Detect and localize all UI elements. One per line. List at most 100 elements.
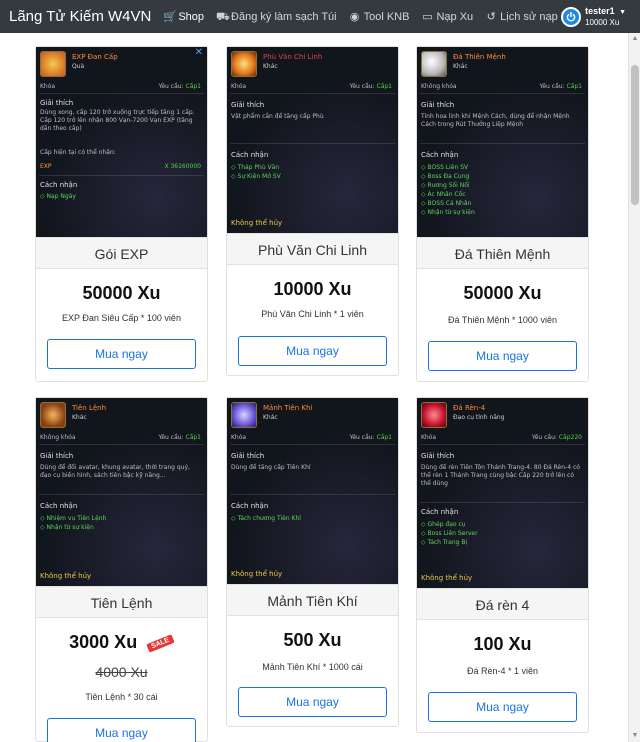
product-price: 50000 Xu <box>82 283 161 303</box>
product-card: Đá Thiên Mệnh Khác Không khóa Yêu cầu: C… <box>416 46 589 382</box>
product-desc: Phù Văn Chi Linh * 1 viên <box>261 309 364 319</box>
buy-button[interactable]: Mua ngay <box>428 341 577 371</box>
tooltip-source-title: Cách nhận <box>40 181 78 189</box>
tooltip-desc: Dùng để tăng cấp Tiên Khí <box>231 464 311 471</box>
tooltip-lock-status: Khóa <box>421 434 437 441</box>
tooltip-source-list: Ghép đạo cụ Boss Liên Server Tách Trang … <box>421 520 584 547</box>
buy-button[interactable]: Mua ngay <box>47 718 196 742</box>
nav-bag-clean-label: Đăng ký làm sạch Túi <box>231 10 337 23</box>
product-desc: EXP Đan Siêu Cấp * 100 viên <box>62 313 181 323</box>
product-name: Đá rèn 4 <box>417 588 588 620</box>
product-price-row: 3000 Xu SALE <box>36 632 207 653</box>
tooltip-source-title: Cách nhận <box>231 151 269 159</box>
product-card: Phù Văn Chi Linh Khác Khóa Yêu cầu: Cấp1… <box>226 46 399 376</box>
page-scrollbar[interactable]: ▲ ▼ <box>628 33 640 742</box>
tooltip-requirement: Yêu cầu: Cấp1 <box>158 434 202 441</box>
product-name: Gói EXP <box>36 237 207 269</box>
tooltip-source-title: Cách nhận <box>421 151 459 159</box>
tooltip-footer: Không thể hủy <box>40 572 92 580</box>
car-icon: ⛟ <box>216 10 230 23</box>
tooltip-requirement: Yêu cầu: Cấp1 <box>539 83 583 90</box>
caret-down-icon: ▼ <box>619 9 626 16</box>
tooltip-item-type: Khác <box>263 63 278 70</box>
close-icon[interactable]: ✕ <box>195 48 203 58</box>
scroll-down-icon[interactable]: ▼ <box>629 730 640 742</box>
exp-pill-icon <box>40 51 66 77</box>
tooltip-desc: Dùng để đổi avatar, khung avatar, thời t… <box>40 464 190 479</box>
scroll-thumb[interactable] <box>631 65 639 205</box>
product-price: 50000 Xu <box>463 283 542 303</box>
product-image: Phù Văn Chi Linh Khác Khóa Yêu cầu: Cấp1… <box>227 47 398 233</box>
tooltip-source-list: Nhiệm vụ Tiên Lệnh Nhận từ sự kiện <box>40 514 203 532</box>
sale-tag-icon: SALE <box>146 634 175 653</box>
stone-icon <box>421 51 447 77</box>
product-name: Đá Thiên Mệnh <box>417 237 588 269</box>
tooltip-item-type: Khác <box>72 414 87 421</box>
tooltip-item-type: Khác <box>263 414 278 421</box>
user-name: tester1 <box>585 6 615 16</box>
nav-shop[interactable]: 🛒 Shop <box>163 11 204 23</box>
tooltip-desc: Dùng để rèn Tiên Tôn Thánh Trang-4. 80 Đ… <box>421 464 580 487</box>
buy-button[interactable]: Mua ngay <box>47 339 196 369</box>
tooltip-lock-status: Khóa <box>40 83 56 90</box>
tooltip-footer: Không thể hủy <box>421 574 473 582</box>
old-price: 4000 Xu <box>95 664 148 680</box>
power-icon <box>561 6 582 27</box>
tooltip-source-list: Tháp Phù Văn Sự Kiện Mở SV <box>231 163 394 181</box>
product-name: Mảnh Tiên Khí <box>227 584 398 616</box>
tooltip-item-name: Mảnh Tiên Khí <box>263 404 313 412</box>
red-gem-icon <box>421 402 447 428</box>
tooltip-lock-status: Không khóa <box>421 83 457 90</box>
buy-button[interactable]: Mua ngay <box>428 692 577 722</box>
tooltip-desc: Vật phẩm cần để tăng cấp Phù <box>231 113 324 120</box>
tooltip-item-type: Khác <box>453 63 468 70</box>
tooltip-item-type: Quà <box>72 63 85 70</box>
scroll-up-icon[interactable]: ▲ <box>629 33 640 45</box>
tooltip-requirement: Yêu cầu: Cấp220 <box>531 434 582 441</box>
brand-link[interactable]: Lãng Tử Kiếm W4VN <box>9 8 151 25</box>
nav-shop-label: Shop <box>178 10 205 23</box>
tooltip-desc-title: Giải thích <box>421 452 455 460</box>
product-card: Tiên Lệnh Khác Không khóa Yêu cầu: Cấp1 … <box>35 397 208 742</box>
product-image: Mảnh Tiên Khí Khác Khóa Yêu cầu: Cấp1 Gi… <box>227 398 398 584</box>
product-card: Mảnh Tiên Khí Khác Khóa Yêu cầu: Cấp1 Gi… <box>226 397 399 727</box>
product-name: Tiên Lệnh <box>36 586 207 618</box>
tooltip-source-list: Nạp Ngày <box>40 192 203 201</box>
product-image: Đá Rèn-4 Đạo cụ tính năng Khóa Yêu cầu: … <box>417 398 588 588</box>
nav-tool-knb[interactable]: ◉ Tool KNB <box>349 11 410 23</box>
tooltip-desc: Tinh hoa linh khí Mệnh Cách, dùng để nhậ… <box>421 113 570 128</box>
buy-button[interactable]: Mua ngay <box>238 687 387 717</box>
top-navbar: Lãng Tử Kiếm W4VN 🛒 Shop ⛟ Đăng ký làm s… <box>0 0 640 33</box>
product-desc: Đá Rèn-4 * 1 viên <box>466 666 539 676</box>
tooltip-requirement: Yêu cầu: Cấp1 <box>349 434 393 441</box>
crystal-shard-icon <box>231 402 257 428</box>
product-image: Tiên Lệnh Khác Không khóa Yêu cầu: Cấp1 … <box>36 398 207 586</box>
tooltip-source-list: Tách chương Tiên Khí <box>231 514 394 523</box>
tooltip-item-type: Đạo cụ tính năng <box>453 414 505 421</box>
tooltip-source-title: Cách nhận <box>40 502 78 510</box>
tooltip-source-list: BOSS Liên SV Boss Đa Cung Rương Sối Nổi … <box>421 163 584 217</box>
product-price: 100 Xu <box>473 634 532 654</box>
product-price: 500 Xu <box>283 630 342 650</box>
tooltip-lock-status: Khóa <box>231 434 247 441</box>
buy-button[interactable]: Mua ngay <box>238 336 387 366</box>
nav-bag-clean[interactable]: ⛟ Đăng ký làm sạch Túi <box>216 11 337 23</box>
user-balance: 10000 Xu <box>585 18 620 27</box>
tooltip-desc-title: Giải thích <box>40 452 74 460</box>
product-card: Đá Rèn-4 Đạo cụ tính năng Khóa Yêu cầu: … <box>416 397 589 733</box>
product-image: ✕ EXP Đan Cấp Quà Khóa Yêu cầu: Cấp1 Giả… <box>36 47 207 237</box>
user-menu[interactable]: tester1 ▼ 10000 Xu <box>561 5 626 28</box>
history-icon: ↺ <box>486 10 496 23</box>
cart-icon: 🛒 <box>163 10 178 23</box>
product-price: 3000 Xu <box>69 632 138 652</box>
tooltip-lock-status: Khóa <box>231 83 247 90</box>
tooltip-item-name: EXP Đan Cấp <box>72 53 118 61</box>
nav-topup[interactable]: ▭ Nạp Xu <box>421 11 473 23</box>
product-name: Phù Văn Chi Linh <box>227 233 398 265</box>
product-card: ✕ EXP Đan Cấp Quà Khóa Yêu cầu: Cấp1 Giả… <box>35 46 208 382</box>
tooltip-desc-title: Giải thích <box>40 99 74 107</box>
tooltip-source-title: Cách nhận <box>421 508 459 516</box>
tooltip-item-name: Đá Thiên Mệnh <box>453 53 506 61</box>
nav-topup-label: Nạp Xu <box>436 10 474 23</box>
product-desc: Tiên Lệnh * 30 cái <box>85 692 158 702</box>
